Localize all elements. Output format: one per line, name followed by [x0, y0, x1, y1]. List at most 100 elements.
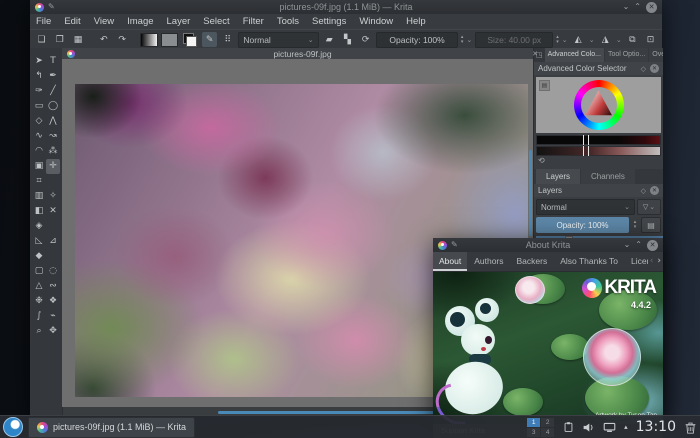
save-button[interactable]: ▦ — [70, 32, 85, 47]
tool-dynamic-brush[interactable]: ◠ — [32, 144, 46, 159]
opacity-spinner[interactable]: ▴▾ — [461, 35, 464, 45]
layer-opacity-slider[interactable]: Opacity: 100% — [536, 217, 629, 233]
tool-select-shapes[interactable]: ➤ — [32, 54, 46, 69]
brush-presets-button[interactable]: ⠿ — [220, 32, 235, 47]
close-docker-icon[interactable]: ✕ — [650, 186, 659, 195]
menu-layer[interactable]: Layer — [167, 16, 191, 27]
tool-magnetic-select[interactable]: ⌁ — [46, 309, 60, 324]
tool-smart-patch[interactable]: ✕ — [46, 204, 60, 219]
blend-mode-select[interactable]: Normal ⌄ — [238, 32, 318, 48]
redo-button[interactable]: ↷ — [115, 32, 130, 47]
clock[interactable]: 13:10 — [636, 419, 676, 435]
tool-freehand-path[interactable]: ↝ — [46, 129, 60, 144]
reload-preset-button[interactable]: ⟳ — [358, 32, 373, 47]
mirror-horizontal-button[interactable]: ◭ — [571, 32, 586, 47]
tool-freehand-brush[interactable]: ✑ — [32, 84, 46, 99]
snapshot-button[interactable]: ⊡ — [643, 32, 658, 47]
float-docker-icon[interactable]: ◇ — [641, 187, 646, 195]
virtual-desktop-2[interactable]: 2 — [541, 418, 554, 427]
menu-file[interactable]: File — [36, 16, 51, 27]
tool-measure[interactable]: ⊿ — [46, 234, 60, 249]
tool-color-sampler[interactable]: ✧ — [46, 189, 60, 204]
virtual-desktop-3[interactable]: 3 — [527, 428, 540, 437]
minimize-icon[interactable]: ⌄ — [624, 239, 631, 251]
foreground-background-colors[interactable] — [183, 33, 197, 47]
virtual-desktop-4[interactable]: 4 — [541, 428, 554, 437]
tool-polyline[interactable]: ⋀ — [46, 114, 60, 129]
display-icon[interactable] — [603, 421, 616, 434]
tool-edit-shapes[interactable]: ↰ — [32, 69, 46, 84]
menu-tools[interactable]: Tools — [277, 16, 299, 27]
tool-polygonal-select[interactable]: △ — [32, 279, 46, 294]
volume-icon[interactable] — [582, 421, 595, 434]
layer-filter-button[interactable]: ▽ ⌄ — [637, 199, 661, 215]
tool-polygon[interactable]: ◇ — [32, 114, 46, 129]
maximize-icon[interactable]: ⌃ — [634, 1, 641, 13]
close-docker-icon[interactable]: ✕ — [650, 64, 659, 73]
tool-rectangular-select[interactable]: ▢ — [32, 264, 46, 279]
tool-ellipse[interactable]: ◯ — [46, 99, 60, 114]
menu-image[interactable]: Image — [127, 16, 153, 27]
selector-settings-icon[interactable]: ▤ — [539, 80, 550, 91]
menu-view[interactable]: View — [94, 16, 114, 27]
about-tab-backers[interactable]: Backers — [511, 252, 554, 271]
menu-window[interactable]: Window — [359, 16, 393, 27]
layer-blend-mode-select[interactable]: Normal ⌄ — [536, 199, 635, 215]
docker-tab-layers[interactable]: Layers — [536, 169, 580, 184]
tool-bezier-select[interactable]: ∫ — [32, 309, 46, 324]
size-slider[interactable]: Size: 40.00 px — [475, 32, 553, 48]
tool-pattern-edit[interactable]: ◧ — [32, 204, 46, 219]
about-tab-also-thanks-to[interactable]: Also Thanks To — [554, 252, 624, 271]
trash-icon[interactable] — [684, 420, 697, 435]
menu-filter[interactable]: Filter — [243, 16, 264, 27]
chevron-down-icon[interactable]: ⌄ — [616, 36, 622, 44]
pattern-chooser-button[interactable] — [161, 33, 178, 47]
docker-tab-channels[interactable]: Channels — [581, 169, 635, 184]
close-icon[interactable]: ✕ — [647, 240, 658, 251]
chevron-down-icon[interactable]: ⌄ — [466, 36, 472, 44]
strip-slider-handle[interactable] — [583, 135, 589, 145]
application-launcher-icon[interactable] — [3, 417, 23, 437]
tab-scroll-right-icon[interactable]: › — [655, 252, 663, 271]
tool-gradient[interactable]: ▥ — [32, 189, 46, 204]
tool-transform[interactable]: ▣ — [32, 159, 46, 174]
main-window-titlebar[interactable]: ✎ pictures-09f.jpg (1.1 MiB) — Krita ⌄ ⌃… — [30, 0, 662, 14]
gradient-chooser-button[interactable] — [140, 33, 157, 47]
preserve-alpha-button[interactable]: ▚ — [340, 32, 355, 47]
tool-freehand-select[interactable]: ∾ — [46, 279, 60, 294]
chevron-down-icon[interactable]: ⌄ — [589, 36, 595, 44]
menu-select[interactable]: Select — [203, 16, 229, 27]
vertical-scrollbar[interactable] — [529, 150, 532, 236]
tool-pan[interactable]: ✥ — [46, 324, 60, 339]
tool-colorize-mask[interactable]: ◈ — [32, 219, 46, 234]
close-icon[interactable]: ✕ — [646, 2, 657, 13]
new-document-button[interactable]: ❏ — [34, 32, 49, 47]
tool-contiguous-select[interactable]: ❖ — [46, 294, 60, 309]
tool-rectangle[interactable]: ▭ — [32, 99, 46, 114]
layer-opacity-spinner[interactable]: ▴▾ — [631, 217, 639, 233]
undo-button[interactable]: ↶ — [96, 32, 111, 47]
opacity-slider[interactable]: Opacity: 100% — [376, 32, 458, 48]
tool-zoom[interactable]: ⌕ — [32, 324, 46, 339]
eraser-mode-button[interactable]: ▰ — [322, 32, 337, 47]
tool-calligraphy[interactable]: ✒ — [46, 69, 60, 84]
color-shade-strip[interactable] — [536, 146, 661, 156]
float-docker-icon[interactable]: ◇ — [641, 65, 646, 73]
menu-help[interactable]: Help — [406, 16, 426, 27]
color-history-strip[interactable] — [536, 135, 661, 145]
brush-editor-button[interactable]: ✎ — [202, 32, 217, 47]
maximize-icon[interactable]: ⌃ — [635, 239, 642, 251]
tool-fill[interactable]: ◆ — [32, 249, 46, 264]
tool-crop[interactable]: ⌗ — [32, 174, 46, 189]
color-selector-panel[interactable]: ▤ — [536, 77, 661, 133]
open-button[interactable]: ❐ — [52, 32, 67, 47]
tool-bezier-curve[interactable]: ∿ — [32, 129, 46, 144]
about-tab-license[interactable]: License — [625, 252, 648, 271]
docker-tab-overview[interactable]: Overview — [649, 48, 663, 62]
about-tab-authors[interactable]: Authors — [468, 252, 509, 271]
about-tab-about[interactable]: About — [433, 252, 467, 271]
mirror-vertical-button[interactable]: ◮ — [598, 32, 613, 47]
tool-text[interactable]: T — [46, 54, 60, 69]
virtual-desktop-1[interactable]: 1 — [527, 418, 540, 427]
menu-edit[interactable]: Edit — [64, 16, 80, 27]
